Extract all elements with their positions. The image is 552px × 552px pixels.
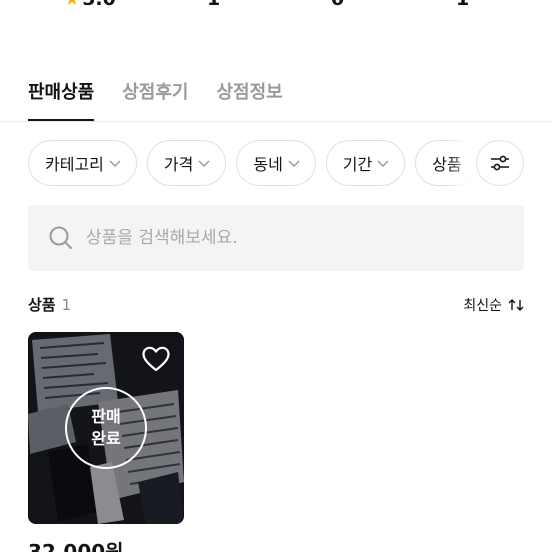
sort-arrows-icon xyxy=(508,298,524,311)
product-card[interactable]: 판매 완료 xyxy=(28,332,184,524)
chevron-down-icon xyxy=(288,160,300,167)
filter-label: 가격 xyxy=(163,155,194,174)
filter-chips: 카테고리 가격 동네 기간 상품 xyxy=(28,140,468,186)
filter-label: 카테고리 xyxy=(45,155,104,174)
sold-badge-line-2: 완료 xyxy=(91,429,121,448)
product-count-number: 1 xyxy=(61,296,72,314)
tab-products[interactable]: 판매상품 xyxy=(28,78,95,122)
product-price: 32,000원 xyxy=(28,540,124,552)
sliders-icon xyxy=(491,155,509,171)
search-input[interactable] xyxy=(86,228,506,248)
stat-value-1: 1 xyxy=(207,0,220,10)
product-thumbnail: 판매 완료 xyxy=(28,332,184,524)
sort-label: 최신순 xyxy=(463,297,502,314)
rating-value: 5.0 xyxy=(82,0,116,10)
product-count-row: 상품 1 최신순 xyxy=(28,294,524,315)
search-icon xyxy=(49,226,72,249)
tab-shop-info[interactable]: 상점정보 xyxy=(217,78,283,122)
product-count: 상품 1 xyxy=(28,294,71,315)
filter-label: 동네 xyxy=(253,155,283,174)
filter-category[interactable]: 카테고리 xyxy=(28,140,137,186)
filter-label: 기간 xyxy=(342,155,373,174)
shop-stats: ★ 5.0 1 0 1 xyxy=(0,0,552,10)
chevron-down-icon xyxy=(109,160,121,167)
product-search-bar xyxy=(28,205,524,271)
stat-value-2: 0 xyxy=(331,0,344,10)
filter-neighborhood[interactable]: 동네 xyxy=(236,140,316,186)
filter-settings-button[interactable] xyxy=(476,140,524,186)
sold-badge: 판매 완료 xyxy=(65,387,147,469)
tabs-divider xyxy=(0,121,552,122)
product-count-label: 상품 xyxy=(28,296,56,314)
stat-value-3: 1 xyxy=(456,0,469,10)
sort-button[interactable]: 최신순 xyxy=(463,295,524,315)
star-icon: ★ xyxy=(64,0,80,10)
heart-icon[interactable] xyxy=(142,346,170,372)
filter-fade xyxy=(448,140,474,186)
chevron-down-icon xyxy=(377,160,389,167)
chevron-down-icon xyxy=(198,160,210,167)
rating-stat: ★ 5.0 xyxy=(64,0,116,10)
shop-tabs: 판매상품 상점후기 상점정보 xyxy=(28,78,283,122)
filter-period[interactable]: 기간 xyxy=(325,140,406,186)
filter-price[interactable]: 가격 xyxy=(146,140,227,186)
sold-badge-line-1: 판매 xyxy=(91,406,121,426)
tab-reviews[interactable]: 상점후기 xyxy=(122,78,188,122)
